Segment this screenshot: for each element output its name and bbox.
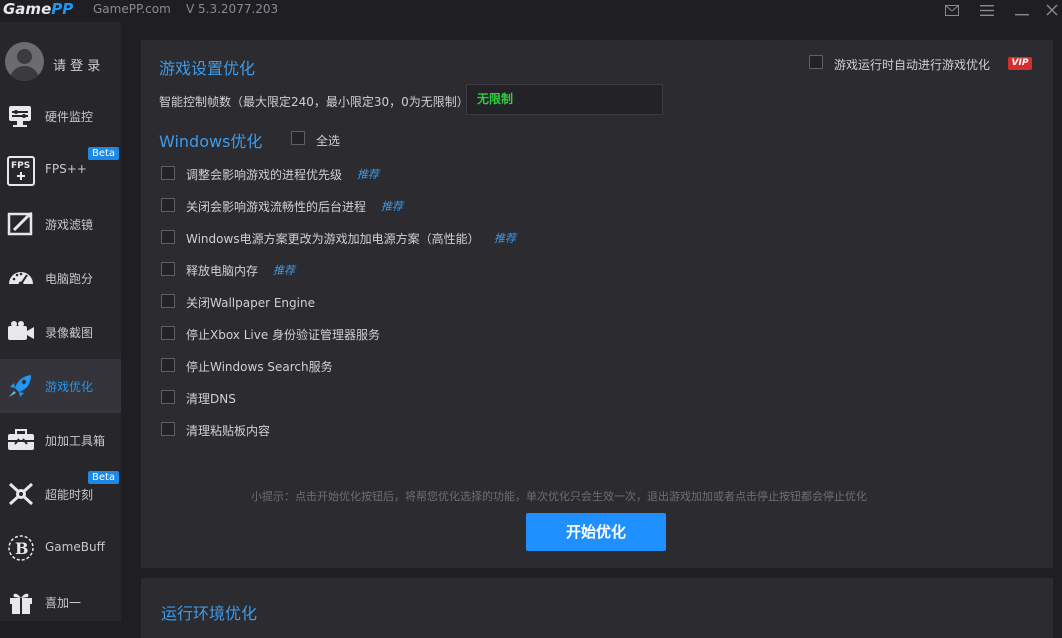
sidebar-item-benchmark[interactable]: 电脑跑分 — [0, 251, 121, 305]
option-label: 停止Xbox Live 身份验证管理器服务 — [186, 328, 381, 342]
sidebar-item-label: 加加工具箱 — [45, 434, 106, 448]
toolbox-icon — [6, 426, 36, 454]
option-label: 关闭会影响游戏流畅性的后台进程 — [186, 200, 367, 214]
vip-badge: VIP — [1008, 57, 1032, 70]
app-logo: GamePP — [3, 0, 73, 20]
sidebar-item-label: 硬件监控 — [45, 110, 94, 124]
section-title: 游戏设置优化 — [159, 59, 256, 78]
option-label: 关闭Wallpaper Engine — [186, 296, 315, 310]
option-checkbox[interactable] — [161, 166, 175, 180]
section2-title: 运行环境优化 — [161, 604, 258, 623]
option-checkbox[interactable] — [161, 230, 175, 244]
sidebar: 请 登 录 硬件监控 FPS FPS++ Beta 游戏滤镜 电脑跑分 录像截图 — [0, 22, 121, 621]
sidebar-item-fps[interactable]: FPS FPS++ Beta — [0, 143, 121, 197]
runtime-env-panel: 运行环境优化 — [141, 578, 1053, 638]
minimize-icon[interactable] — [1014, 2, 1030, 18]
site-url: GamePP.com — [93, 2, 171, 16]
option-checkbox[interactable] — [161, 326, 175, 340]
sidebar-item-label: 游戏优化 — [45, 380, 94, 394]
logo-pp: PP — [51, 0, 74, 18]
user-login[interactable]: 请 登 录 — [0, 30, 121, 90]
logo-game: Game — [3, 0, 52, 18]
select-all-label: 全选 — [316, 134, 341, 148]
sidebar-item-super-moment[interactable]: 超能时刻 Beta — [0, 467, 121, 521]
sidebar-item-label: 超能时刻 — [45, 488, 94, 502]
option-label: Windows电源方案更改为游戏加加电源方案（高性能） — [186, 232, 480, 246]
game-settings-panel: 游戏设置优化 游戏运行时自动进行游戏优化 VIP 智能控制帧数（最大限定240，… — [141, 40, 1053, 568]
beta-badge: Beta — [88, 147, 120, 160]
option-checkbox[interactable] — [161, 390, 175, 404]
avatar[interactable] — [5, 42, 44, 81]
recommend-tag: 推荐 — [273, 264, 295, 277]
version-label: V 5.3.2077.203 — [186, 2, 279, 16]
gift-icon — [6, 588, 36, 616]
option-label: 停止Windows Search服务 — [186, 360, 333, 374]
option-checkbox[interactable] — [161, 358, 175, 372]
sidebar-item-video-capture[interactable]: 录像截图 — [0, 305, 121, 359]
recommend-tag: 推荐 — [494, 232, 516, 245]
option-checkbox[interactable] — [161, 262, 175, 276]
option-label: 清理DNS — [186, 392, 236, 406]
option-label: 调整会影响游戏的进程优先级 — [186, 168, 343, 182]
option-label: 释放电脑内存 — [186, 264, 259, 278]
select-all-checkbox[interactable] — [291, 131, 305, 145]
auto-optimize-label: 游戏运行时自动进行游戏优化 — [834, 58, 991, 72]
start-optimize-button[interactable]: 开始优化 — [526, 513, 666, 551]
option-checkbox[interactable] — [161, 294, 175, 308]
fps-limit-label: 智能控制帧数（最大限定240，最小限定30，0为无限制） — [159, 95, 469, 109]
close-icon[interactable] — [1044, 2, 1060, 18]
auto-optimize-checkbox[interactable] — [809, 55, 823, 69]
svg-text:FPS: FPS — [11, 161, 30, 171]
windows-section-title: Windows优化 — [159, 132, 263, 151]
hint-text: 小提示：点击开始优化按钮后，将帮您优化选择的功能，单次优化只会生效一次，退出游戏… — [251, 490, 867, 503]
fps-limit-input[interactable]: 无限制 — [466, 84, 663, 115]
sidebar-item-game-optimize[interactable]: 游戏优化 — [0, 359, 121, 413]
game-filter-icon — [6, 210, 36, 238]
sidebar-item-label: GameBuff — [45, 540, 105, 554]
benchmark-icon — [6, 264, 36, 292]
beta-badge: Beta — [88, 471, 120, 484]
sidebar-item-hardware-monitor[interactable]: 硬件监控 — [0, 89, 121, 143]
menu-icon[interactable] — [979, 2, 995, 18]
title-bar: GamePP GamePP.com V 5.3.2077.203 — [0, 0, 1062, 22]
sidebar-item-game-filter[interactable]: 游戏滤镜 — [0, 197, 121, 251]
sidebar-item-label: 录像截图 — [45, 326, 94, 340]
option-label: 清理粘贴板内容 — [186, 424, 271, 438]
fps-icon: FPS — [6, 156, 36, 186]
gamebuff-icon: B — [6, 534, 36, 562]
sidebar-item-gamebuff[interactable]: B GameBuff — [0, 521, 121, 575]
sidebar-item-label: FPS++ — [45, 162, 87, 176]
login-label[interactable]: 请 登 录 — [53, 55, 100, 74]
svg-text:B: B — [15, 539, 29, 558]
option-checkbox[interactable] — [161, 422, 175, 436]
sidebar-item-label: 喜加一 — [45, 596, 82, 610]
option-checkbox[interactable] — [161, 198, 175, 212]
recommend-tag: 推荐 — [357, 168, 379, 181]
recommend-tag: 推荐 — [381, 200, 403, 213]
sidebar-item-toolbox[interactable]: 加加工具箱 — [0, 413, 121, 467]
hardware-monitor-icon — [6, 102, 36, 130]
video-capture-icon — [6, 318, 36, 346]
rocket-icon — [6, 372, 36, 400]
mail-icon[interactable] — [944, 2, 960, 18]
sidebar-item-label: 游戏滤镜 — [45, 218, 94, 232]
sidebar-item-label: 电脑跑分 — [45, 272, 94, 286]
super-moment-icon — [6, 480, 36, 508]
